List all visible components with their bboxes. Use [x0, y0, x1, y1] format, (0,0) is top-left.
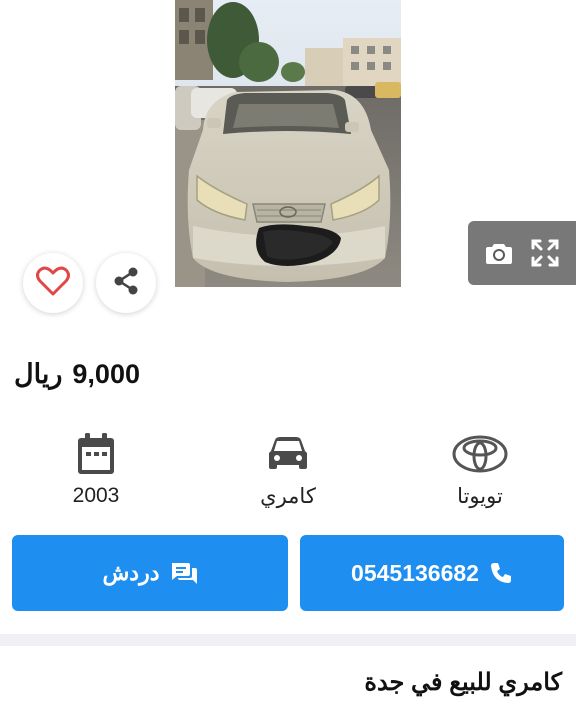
listing-title: كامري للبيع في جدة: [364, 669, 562, 696]
spec-make-value: تويوتا: [457, 485, 503, 508]
phone-number: 0545136682: [351, 559, 479, 586]
price-currency: ريال: [14, 358, 63, 389]
spec-year-value: 2003: [72, 484, 120, 507]
call-button[interactable]: 0545136682: [300, 535, 564, 611]
share-icon: [111, 266, 141, 300]
spec-make: تويوتا: [405, 430, 555, 509]
media-controls: [468, 221, 576, 285]
chat-label: دردش: [102, 560, 160, 585]
calendar-icon: [77, 430, 115, 478]
heart-icon: [36, 266, 70, 300]
listing-price: 9,000 ريال: [14, 354, 140, 394]
car-specs: 2003 كامري تويوتا: [0, 430, 576, 520]
section-divider: [0, 634, 576, 646]
share-button[interactable]: [96, 253, 156, 313]
fullscreen-icon[interactable]: [530, 238, 560, 268]
car-photo[interactable]: [175, 0, 401, 287]
price-amount: 9,000: [72, 358, 140, 389]
toyota-logo-icon: [452, 430, 508, 478]
listing-page: 9,000 ريال 2003 كامري تويوتا دردش 054513…: [0, 0, 576, 720]
car-icon: [267, 430, 309, 478]
spec-model: كامري: [213, 430, 363, 509]
favorite-button[interactable]: [23, 253, 83, 313]
camera-icon[interactable]: [484, 238, 514, 268]
spec-year: 2003: [21, 430, 171, 508]
chat-button[interactable]: دردش: [12, 535, 288, 611]
spec-model-value: كامري: [260, 485, 316, 508]
chat-icon: [170, 561, 198, 585]
phone-icon: [489, 561, 513, 585]
